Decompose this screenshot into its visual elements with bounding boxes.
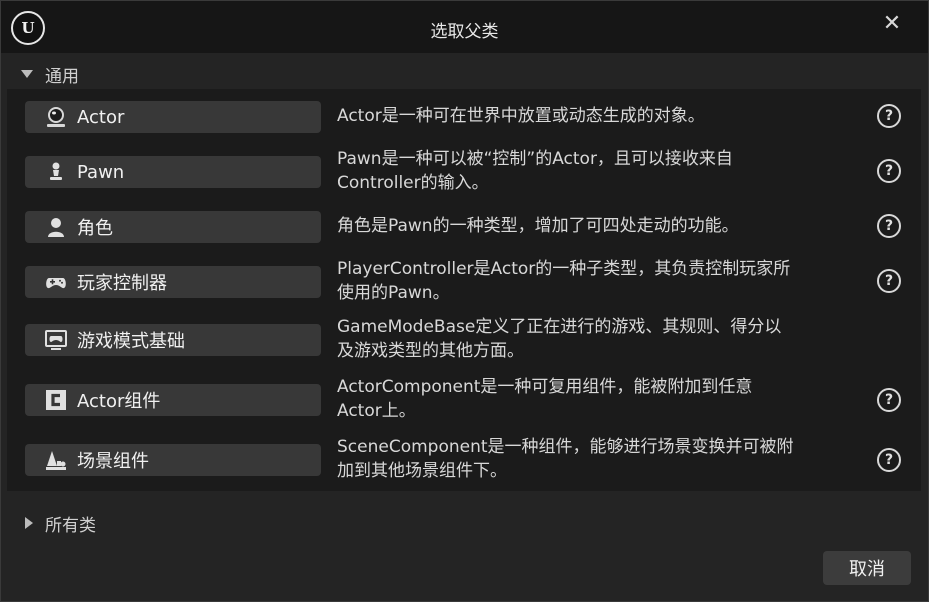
character-help-icon[interactable]: ? xyxy=(877,214,901,238)
close-icon[interactable]: ✕ xyxy=(878,9,906,37)
class-row-game-mode-base: 游戏模式基础 GameModeBase定义了正在进行的游戏、其规则、得分以 及游… xyxy=(7,314,921,374)
all-classes-section-label: 所有类 xyxy=(45,515,96,536)
class-row-scene-component: 场景组件 SceneComponent是一种组件，能够进行场景变换并可被附 加到… xyxy=(7,434,921,494)
title-bar: U 选取父类 ✕ xyxy=(1,1,928,53)
character-class-button[interactable]: 角色 xyxy=(25,211,321,243)
actor-description: Actor是一种可在世界中放置或动态生成的对象。 xyxy=(337,106,705,126)
player-controller-description: PlayerController是Actor的一种子类型，其负责控制玩家所 使用… xyxy=(337,259,791,303)
actor-component-class-label: Actor组件 xyxy=(77,391,161,412)
all-classes-section-header[interactable]: 所有类 xyxy=(7,509,921,537)
class-row-pawn: Pawn Pawn是一种可以被“控制”的Actor，且可以接收来自 Contro… xyxy=(7,144,921,204)
player-controller-help-icon[interactable]: ? xyxy=(877,269,901,293)
game-mode-base-class-label: 游戏模式基础 xyxy=(77,331,185,352)
actor-icon xyxy=(45,106,67,128)
actor-help-icon[interactable]: ? xyxy=(877,104,901,128)
game-mode-base-description: GameModeBase定义了正在进行的游戏、其规则、得分以 及游戏类型的其他方… xyxy=(337,317,782,361)
pawn-class-label: Pawn xyxy=(77,161,125,183)
game-mode-base-class-button[interactable]: 游戏模式基础 xyxy=(25,324,321,356)
class-row-actor-component: Actor组件 ActorComponent是一种可复用组件，能被附加到任意 A… xyxy=(7,374,921,434)
actor-component-icon xyxy=(45,389,67,411)
gamepad-icon xyxy=(45,271,67,293)
scene-component-description: SceneComponent是一种组件，能够进行场景变换并可被附 加到其他场景组… xyxy=(337,437,794,481)
character-class-label: 角色 xyxy=(77,218,113,239)
common-section-label: 通用 xyxy=(45,66,79,87)
pawn-description: Pawn是一种可以被“控制”的Actor，且可以接收来自 Controller的… xyxy=(337,149,733,193)
pawn-help-icon[interactable]: ? xyxy=(877,159,901,183)
pawn-icon xyxy=(45,161,67,183)
actor-class-label: Actor xyxy=(77,106,125,128)
player-controller-class-label: 玩家控制器 xyxy=(77,273,167,294)
pick-parent-class-dialog: U 选取父类 ✕ 通用 Actor Actor是一种可在世界中放置或动态生成的对… xyxy=(0,0,929,602)
collapsed-arrow-icon xyxy=(25,517,33,529)
scene-component-class-label: 场景组件 xyxy=(77,451,149,472)
common-section-header[interactable]: 通用 xyxy=(7,59,921,89)
scene-component-help-icon[interactable]: ? xyxy=(877,448,901,472)
cancel-button[interactable]: 取消 xyxy=(823,551,911,585)
dialog-title: 选取父类 xyxy=(430,22,499,42)
character-description: 角色是Pawn的一种类型，增加了可四处走动的功能。 xyxy=(337,216,739,236)
class-row-player-controller: 玩家控制器 PlayerController是Actor的一种子类型，其负责控制… xyxy=(7,254,921,314)
actor-component-class-button[interactable]: Actor组件 xyxy=(25,384,321,416)
scene-component-icon xyxy=(45,449,67,471)
scene-component-class-button[interactable]: 场景组件 xyxy=(25,444,321,476)
actor-component-description: ActorComponent是一种可复用组件，能被附加到任意 Actor上。 xyxy=(337,377,753,421)
common-class-list: Actor Actor是一种可在世界中放置或动态生成的对象。 ? Pawn Pa… xyxy=(7,89,921,491)
actor-component-help-icon[interactable]: ? xyxy=(877,388,901,412)
class-row-actor: Actor Actor是一种可在世界中放置或动态生成的对象。 ? xyxy=(7,89,921,149)
game-mode-icon xyxy=(45,329,67,351)
actor-class-button[interactable]: Actor xyxy=(25,101,321,133)
class-row-character: 角色 角色是Pawn的一种类型，增加了可四处走动的功能。 ? xyxy=(7,199,921,259)
player-controller-class-button[interactable]: 玩家控制器 xyxy=(25,266,321,298)
expanded-arrow-icon xyxy=(21,70,33,78)
character-icon xyxy=(45,216,67,238)
pawn-class-button[interactable]: Pawn xyxy=(25,156,321,188)
